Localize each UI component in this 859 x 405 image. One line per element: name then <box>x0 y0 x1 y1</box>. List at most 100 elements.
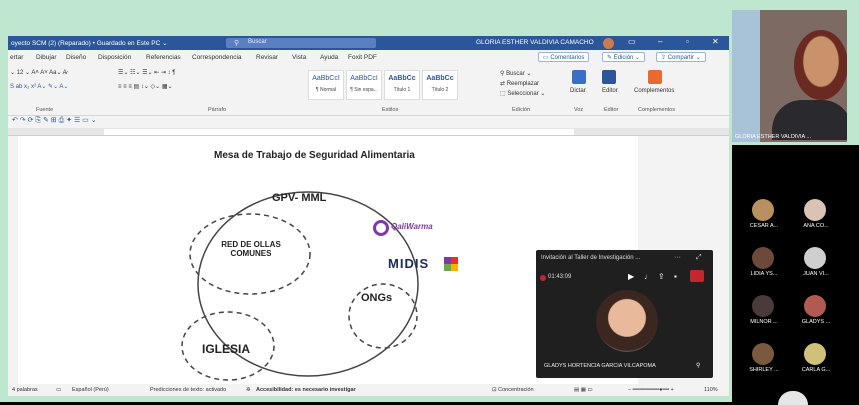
tab-view[interactable]: Vista <box>292 54 306 61</box>
account-name[interactable]: GLORIA ESTHER VALDIVIA CAMACHO <box>476 39 594 46</box>
tab-help[interactable]: Ayuda <box>320 54 338 61</box>
group-paragraph-label: Párrafo <box>208 107 227 113</box>
tab-draw[interactable]: Dibujar <box>36 54 57 61</box>
participant-tile[interactable]: ANA CO... <box>796 197 836 237</box>
call-title: Invitación al Taller de Investigación ..… <box>541 255 641 261</box>
tab-insert[interactable]: ertar <box>10 54 23 61</box>
main-video: GLORIA ESTHER VALDIVIA ... <box>732 10 847 142</box>
avatar <box>752 247 774 269</box>
tab-foxit[interactable]: Foxit PDF <box>348 54 377 61</box>
zoom-slider[interactable]: – ━━━━━━━━●━━ + <box>628 387 674 393</box>
avatar <box>752 343 774 365</box>
style-normal[interactable]: AaBbCcI ¶ Normal <box>308 70 344 100</box>
proofing-icon[interactable]: ▭ <box>56 387 61 393</box>
close-icon[interactable]: ✕ <box>712 37 719 46</box>
participant-tile[interactable]: MILNOR ... <box>744 293 784 333</box>
style-name: Título 1 <box>393 87 411 93</box>
account-avatar[interactable] <box>603 38 614 49</box>
tab-references[interactable]: Referencias <box>146 54 181 61</box>
font-format-buttons[interactable]: S ab x₂ x² A⌄ ✎⌄ A⌄ <box>10 83 68 90</box>
tab-review[interactable]: Revisar <box>256 54 278 61</box>
style-preview: AaBbCcI <box>350 75 378 82</box>
find-button[interactable]: ⚲ Buscar ⌄ <box>500 70 531 77</box>
word-count[interactable]: 4 palabras <box>12 387 38 393</box>
accessibility-icon[interactable]: ⛯ <box>246 387 250 394</box>
participant-tile[interactable]: SHIRLEY ... <box>744 341 784 381</box>
zoom-level[interactable]: 110% <box>704 387 718 393</box>
share-button[interactable]: ⇪ Compartir ⌄ <box>656 52 706 62</box>
group-editing-label: Edición <box>512 107 531 113</box>
comments-button[interactable]: ▭ Comentarios <box>538 52 590 62</box>
editor-icon[interactable] <box>602 70 616 84</box>
participant-name: CESAR A... <box>749 223 779 229</box>
text-predictions[interactable]: Predicciones de texto: activado <box>150 387 226 393</box>
more-icon[interactable]: ▪ <box>674 272 677 281</box>
camera-icon[interactable]: ▶ <box>628 272 634 281</box>
participant-name: ANA CO... <box>803 223 829 229</box>
node-midis: MIDIS <box>388 256 430 271</box>
select-button[interactable]: ⬚ Seleccionar ⌄ <box>500 90 545 97</box>
quick-access-toolbar[interactable]: ↶ ↷ ⟳ ⎘ ✎ ⊞ ⎙ ✦ ☰ ▭ ⌄ <box>8 116 729 128</box>
group-addins-label: Complementos <box>638 107 675 113</box>
find-label: Buscar <box>506 71 525 77</box>
group-voice-label: Voz <box>574 107 584 113</box>
node-qaliwarma: QaliWarma <box>391 222 433 231</box>
style-heading-2[interactable]: AaBbCc Título 2 <box>422 70 458 100</box>
speaker-name: GLORIA ESTHER VALDIVIA ... <box>735 134 812 140</box>
menu-bar: ertar Dibujar Diseño Disposición Referen… <box>8 50 729 64</box>
minimize-icon[interactable]: – <box>658 37 662 46</box>
screen-share-icon[interactable]: ⇪ <box>658 272 665 281</box>
style-preview: AaBbCc <box>388 75 416 82</box>
pin-icon[interactable]: ⚲ <box>696 362 700 369</box>
node-iglesia: IGLESIA <box>202 342 251 356</box>
microphone-icon[interactable]: ♩ <box>644 272 652 281</box>
editor-label[interactable]: Editor <box>602 88 618 94</box>
focus-label: Concentración <box>498 387 534 393</box>
accessibility-status[interactable]: Accesibilidad: es necesario investigar <box>256 387 356 393</box>
participant-video <box>596 290 658 352</box>
ribbon-display-icon[interactable]: ▭ <box>628 37 636 46</box>
editing-button[interactable]: ✎ Edición ⌄ <box>602 52 646 62</box>
avatar <box>804 343 826 365</box>
group-font-label: Fuente <box>36 107 54 113</box>
call-window[interactable]: Invitación al Taller de Investigación ..… <box>536 250 713 378</box>
participant-tile[interactable]: CESAR A... <box>744 197 784 237</box>
overflow-avatar[interactable] <box>778 391 808 405</box>
dictate-label[interactable]: Dictar <box>570 88 586 94</box>
font-size-select[interactable]: ⌄ 12 ⌄ A˄ A˅ Aa⌄ A̷ <box>10 69 67 76</box>
participant-name: LIDIA YS... <box>750 271 778 277</box>
participant-tile[interactable]: CARLA G... <box>796 341 836 381</box>
addins-label[interactable]: Complementos <box>634 88 674 94</box>
participant-tile[interactable]: JUAN VI... <box>796 245 836 285</box>
qaliwarma-logo-icon <box>373 220 389 236</box>
end-call-button[interactable] <box>690 270 704 282</box>
search-box[interactable]: ⚲ Buscar <box>226 38 376 48</box>
participant-name: GLADYS HORTENCIA GARCIA VILCAPOMA <box>544 363 656 369</box>
style-preview: AaBbCc <box>426 75 454 82</box>
tab-layout[interactable]: Disposición <box>98 54 131 61</box>
view-buttons[interactable]: ▤ ▦ ▭ <box>574 387 593 393</box>
participant-tile[interactable]: GLADYS ... <box>796 293 836 333</box>
more-options-icon[interactable]: ··· <box>674 254 681 261</box>
node-gpv: GPV- MML <box>272 192 327 204</box>
focus-mode[interactable]: ⊡ Concentración <box>492 387 534 393</box>
share-label: Compartir <box>667 55 695 61</box>
search-placeholder: Buscar <box>248 39 267 45</box>
style-no-spacing[interactable]: AaBbCcI ¶ Sin espa... <box>346 70 382 100</box>
microphone-icon[interactable] <box>572 70 586 84</box>
language-status[interactable]: Español (Perú) <box>72 387 109 393</box>
comments-label: Comentarios <box>550 55 585 61</box>
replace-button[interactable]: ⇄ Reemplazar <box>500 80 539 87</box>
expand-icon[interactable]: ⤢ <box>696 254 702 262</box>
list-buttons[interactable]: ☰⌄ ☷⌄ ☰⌄ ⇤ ⇥ ↕ ¶ <box>118 69 176 76</box>
style-heading-1[interactable]: AaBbCc Título 1 <box>384 70 420 100</box>
participant-tile[interactable]: LIDIA YS... <box>744 245 784 285</box>
maximize-icon[interactable]: ▫ <box>686 37 689 46</box>
style-name: Título 2 <box>431 87 449 93</box>
align-buttons[interactable]: ≡ ≡ ≡ ▤ ↕⌄ ◇⌄ ▦⌄ <box>118 83 173 90</box>
group-styles-label: Estilos <box>382 107 399 113</box>
recording-icon <box>540 275 546 281</box>
tab-design[interactable]: Diseño <box>66 54 86 61</box>
tab-mailings[interactable]: Correspondencia <box>192 54 242 61</box>
addins-icon[interactable] <box>648 70 662 84</box>
